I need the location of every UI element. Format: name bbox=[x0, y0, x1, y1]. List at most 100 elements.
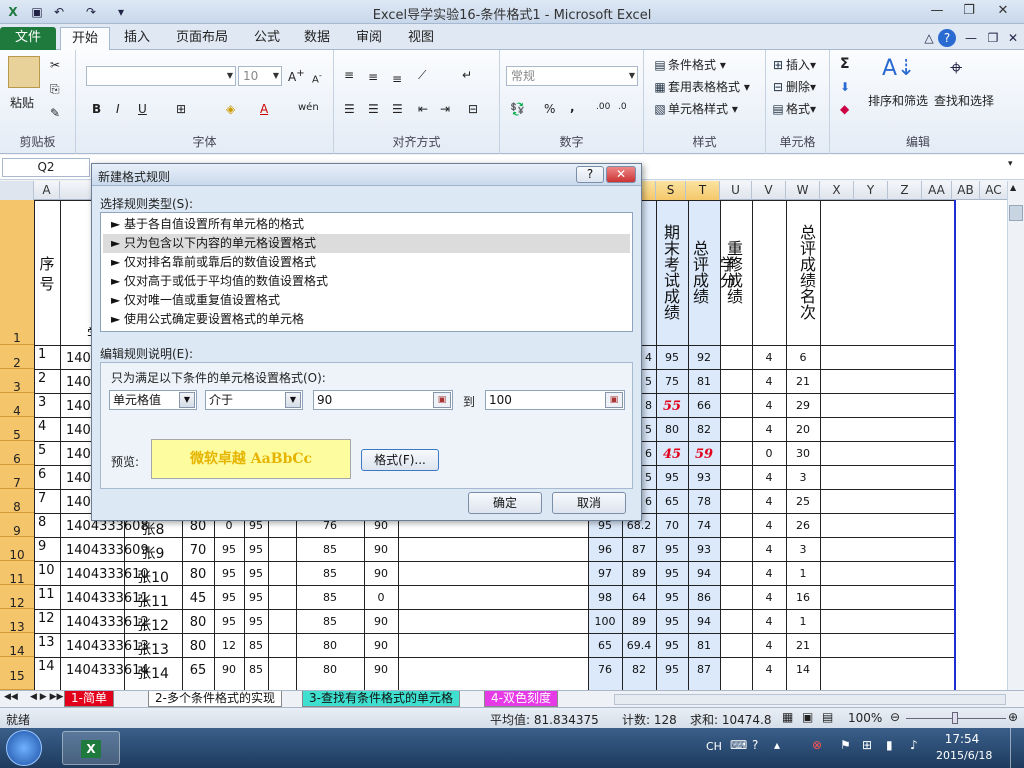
cell-id[interactable]: 1404333612 bbox=[66, 615, 149, 630]
cell-t[interactable]: 78 bbox=[688, 495, 720, 508]
accounting-icon[interactable]: 💱 bbox=[510, 102, 525, 116]
cell-c2[interactable]: 12 bbox=[214, 639, 244, 652]
cell-c4[interactable]: 85 bbox=[296, 591, 364, 604]
cell-c2[interactable]: 95 bbox=[214, 567, 244, 580]
cell-s[interactable]: 75 bbox=[656, 375, 688, 388]
zoom-thumb[interactable] bbox=[952, 712, 958, 724]
row-header-8[interactable]: 8 bbox=[0, 489, 34, 514]
cell-s[interactable]: 55 bbox=[656, 399, 688, 414]
dialog-close-button[interactable]: ✕ bbox=[606, 166, 636, 183]
cell-r[interactable]: 89 bbox=[622, 615, 656, 628]
cell-w[interactable]: 30 bbox=[786, 447, 820, 460]
cell-seq[interactable]: 1 bbox=[38, 347, 60, 362]
row-header-6[interactable]: 6 bbox=[0, 441, 34, 466]
tab-insert[interactable]: 插入 bbox=[114, 27, 160, 50]
restore-icon[interactable]: ❐ bbox=[956, 2, 982, 20]
cell-seq[interactable]: 3 bbox=[38, 395, 60, 410]
cell-c1[interactable]: 80 bbox=[182, 519, 214, 534]
wrap-text-icon[interactable]: ↵ bbox=[462, 68, 472, 82]
row-header-10[interactable]: 10 bbox=[0, 537, 34, 562]
cell-name[interactable]: 张14 bbox=[124, 663, 182, 683]
fill-icon[interactable]: ⬇ bbox=[840, 80, 850, 94]
cell-c4[interactable]: 85 bbox=[296, 567, 364, 580]
cell-v[interactable]: 4 bbox=[752, 519, 786, 532]
clear-icon[interactable]: ◆ bbox=[840, 102, 849, 116]
cell-id[interactable]: 1404333614 bbox=[66, 663, 149, 678]
cell-s[interactable]: 80 bbox=[656, 423, 688, 436]
cell-v[interactable]: 4 bbox=[752, 591, 786, 604]
cell-c1[interactable]: 80 bbox=[182, 639, 214, 654]
header-seq[interactable]: 序号 bbox=[36, 254, 58, 294]
chevron-down-icon[interactable]: ▼ bbox=[285, 392, 301, 408]
fill-color-icon[interactable]: ◈ bbox=[226, 102, 235, 116]
cell-c1[interactable]: 80 bbox=[182, 615, 214, 630]
help-tray-icon[interactable]: ? bbox=[752, 738, 758, 752]
cell-seq[interactable]: 6 bbox=[38, 467, 60, 482]
row-header-5[interactable]: 5 bbox=[0, 417, 34, 442]
tab-home[interactable]: 开始 bbox=[60, 27, 110, 50]
chevron-down-icon[interactable]: ▼ bbox=[179, 392, 195, 408]
cell-v[interactable]: 4 bbox=[752, 351, 786, 364]
rule-item-top-bottom[interactable]: ► 仅对排名靠前或靠后的数值设置格式 bbox=[103, 253, 630, 272]
cell-c5[interactable]: 0 bbox=[364, 591, 398, 604]
cell-q[interactable]: 98 bbox=[588, 591, 622, 604]
cell-w[interactable]: 21 bbox=[786, 375, 820, 388]
zoom-out-icon[interactable]: ⊖ bbox=[890, 710, 900, 724]
condition-type-select[interactable]: 单元格值 ▼ bbox=[109, 390, 197, 410]
close-icon[interactable]: ✕ bbox=[990, 2, 1016, 20]
cell-c1[interactable]: 80 bbox=[182, 567, 214, 582]
ok-button[interactable]: 确定 bbox=[468, 492, 542, 514]
cell-c4[interactable]: 80 bbox=[296, 639, 364, 652]
cell-id[interactable]: 1404333611 bbox=[66, 591, 149, 606]
cell-q[interactable]: 65 bbox=[588, 639, 622, 652]
cell-s[interactable]: 95 bbox=[656, 543, 688, 556]
cell-w[interactable]: 3 bbox=[786, 471, 820, 484]
cell-w[interactable]: 1 bbox=[786, 615, 820, 628]
cell-v[interactable]: 4 bbox=[752, 639, 786, 652]
cell-name[interactable]: 张12 bbox=[124, 615, 182, 635]
cell-seq[interactable]: 11 bbox=[38, 587, 60, 602]
ribbon-restore-icon[interactable]: ❐ bbox=[984, 29, 1002, 47]
font-size-combo[interactable]: 10 ▼ bbox=[238, 66, 282, 86]
paste-button[interactable]: 粘贴 bbox=[10, 94, 34, 111]
merge-center-icon[interactable]: ⊟ bbox=[468, 102, 478, 116]
sheet-tab-3[interactable]: 3-查找有条件格式的单元格 bbox=[302, 691, 460, 707]
zoom-in-icon[interactable]: ⊕ bbox=[1008, 710, 1018, 724]
page-break-view-icon[interactable]: ▤ bbox=[822, 710, 833, 724]
range-picker-icon[interactable]: ▣ bbox=[605, 392, 623, 408]
delete-cells-button[interactable]: ⊟ 删除▾ bbox=[770, 78, 816, 95]
cell-w[interactable]: 3 bbox=[786, 543, 820, 556]
insert-cells-button[interactable]: ⊞ 插入▾ bbox=[770, 56, 816, 73]
comma-button[interactable]: , bbox=[570, 100, 575, 114]
cut-icon[interactable]: ✂ bbox=[50, 58, 60, 72]
font-color-icon[interactable]: A bbox=[260, 102, 268, 116]
cell-seq[interactable]: 5 bbox=[38, 443, 60, 458]
cell-s[interactable]: 65 bbox=[656, 495, 688, 508]
cell-w[interactable]: 25 bbox=[786, 495, 820, 508]
cell-t[interactable]: 82 bbox=[688, 423, 720, 436]
cell-c2[interactable]: 95 bbox=[214, 615, 244, 628]
cell-t[interactable]: 93 bbox=[688, 471, 720, 484]
clock-time[interactable]: 17:54 bbox=[940, 732, 984, 746]
decrease-decimal-icon[interactable]: .0 bbox=[618, 102, 627, 112]
cell-name[interactable]: 张10 bbox=[124, 567, 182, 587]
cell-v[interactable]: 4 bbox=[752, 567, 786, 580]
align-bottom-icon[interactable]: ≡ bbox=[392, 72, 402, 86]
max-value-input[interactable]: 100 ▣ bbox=[485, 390, 625, 410]
row-header-2[interactable]: 2 bbox=[0, 345, 34, 370]
volume-icon[interactable]: ♪ bbox=[910, 738, 918, 752]
cell-c5[interactable]: 90 bbox=[364, 663, 398, 676]
cell-seq[interactable]: 10 bbox=[38, 563, 60, 578]
cell-v[interactable]: 4 bbox=[752, 375, 786, 388]
row-header-14[interactable]: 14 bbox=[0, 633, 34, 658]
cell-q[interactable]: 96 bbox=[588, 543, 622, 556]
sheet-tab-2[interactable]: 2-多个条件格式的实现 bbox=[148, 691, 282, 707]
cell-name[interactable]: 张8 bbox=[124, 519, 182, 539]
col-header-aa[interactable]: AA bbox=[922, 181, 952, 200]
cell-t[interactable]: 86 bbox=[688, 591, 720, 604]
number-format-combo[interactable]: 常规 ▼ bbox=[506, 66, 638, 86]
cell-name[interactable]: 张9 bbox=[124, 543, 182, 563]
cell-c1[interactable]: 45 bbox=[182, 591, 214, 606]
format-cells-button[interactable]: ▤ 格式▾ bbox=[770, 100, 816, 117]
border-icon[interactable]: ⊞ bbox=[176, 102, 186, 116]
